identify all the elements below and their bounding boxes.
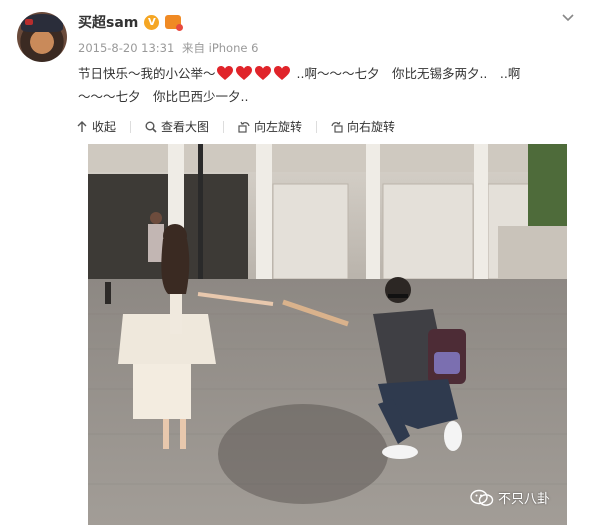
divider	[223, 120, 225, 133]
wechat-icon	[470, 489, 494, 506]
collapse-icon	[77, 120, 87, 132]
divider	[130, 120, 132, 133]
rotate-left-label: 向左旋转	[254, 120, 303, 134]
rotate-right-label: 向右旋转	[347, 120, 396, 134]
hearts	[216, 65, 291, 81]
magnifier-icon	[145, 121, 157, 133]
rotate-left-icon	[238, 121, 250, 133]
member-badge-icon	[165, 15, 184, 31]
heart-icon	[273, 65, 291, 81]
username[interactable]: 买超sam	[78, 12, 138, 32]
watermark: 不只八卦	[470, 488, 550, 507]
view-large-button[interactable]: 查看大图	[145, 118, 209, 135]
post-timestamp[interactable]: 2015-8-20 13:31	[78, 41, 174, 55]
divider	[316, 120, 318, 133]
rotate-right-button[interactable]: 向右旋转	[331, 118, 395, 135]
image-toolbar: 收起 查看大图 向左旋转 向右旋转	[76, 118, 395, 135]
heart-icon	[216, 65, 234, 81]
post-text-line-2: ～～～七夕 你比巴西少一夕..	[78, 89, 249, 104]
post-text-part-b: ..啊～～～七夕 你比无锡多两夕.. ..啊	[296, 66, 521, 81]
verified-badge-icon: V	[144, 14, 160, 30]
post-text-line-1: 节日快乐～我的小公举～ ..啊～～～七夕 你比无锡多两夕.. ..啊	[78, 62, 578, 85]
heart-icon	[254, 65, 272, 81]
post-text-part-a: 节日快乐～我的小公举～	[78, 66, 216, 81]
avatar-patch	[25, 19, 33, 25]
watermark-text: 不只八卦	[498, 492, 551, 507]
post-meta: 2015-8-20 13:31 来自 iPhone 6	[78, 40, 258, 56]
chevron-down-icon[interactable]	[558, 8, 578, 28]
post-source: 来自 iPhone 6	[181, 41, 259, 55]
rotate-left-button[interactable]: 向左旋转	[238, 118, 302, 135]
rotate-right-icon	[331, 121, 343, 133]
heart-icon	[235, 65, 253, 81]
photo-illustration	[88, 144, 567, 525]
post-text: 节日快乐～我的小公举～ ..啊～～～七夕 你比无锡多两夕.. ..啊 ～～～七夕 …	[78, 62, 578, 108]
collapse-button[interactable]: 收起	[76, 118, 116, 135]
collapse-label: 收起	[92, 120, 117, 134]
post-photo[interactable]	[88, 144, 567, 525]
avatar[interactable]	[17, 12, 67, 62]
view-large-label: 查看大图	[161, 120, 210, 134]
user-line: 买超sam V	[78, 12, 184, 32]
